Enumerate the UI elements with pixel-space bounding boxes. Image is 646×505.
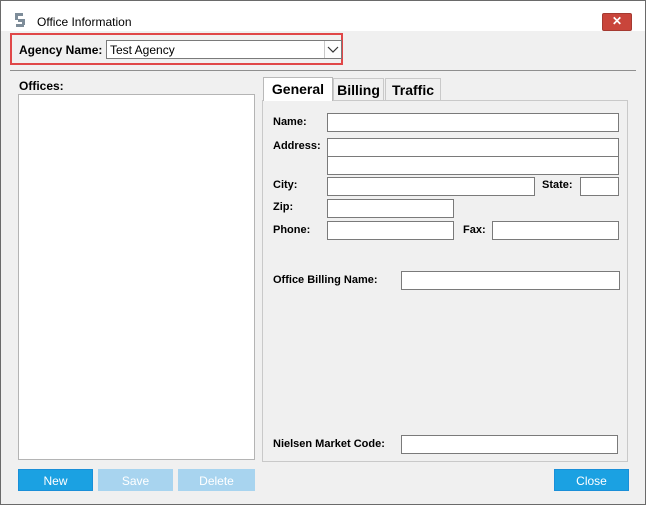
title-bar: Office Information ✕	[1, 1, 645, 31]
agency-name-label: Agency Name:	[19, 43, 103, 57]
close-button[interactable]: Close	[554, 469, 629, 491]
city-label: City:	[273, 179, 298, 191]
state-field[interactable]	[580, 177, 619, 196]
agency-name-value: Test Agency	[110, 43, 175, 57]
name-label: Name:	[273, 116, 307, 128]
nielsen-market-code-field[interactable]	[401, 435, 618, 454]
tab-billing[interactable]: Billing	[333, 78, 384, 100]
address-line2-field[interactable]	[327, 156, 619, 175]
phone-label: Phone:	[273, 224, 311, 236]
save-button[interactable]: Save	[98, 469, 173, 491]
city-field[interactable]	[327, 177, 535, 196]
close-icon: ✕	[611, 14, 623, 28]
state-label: State:	[542, 179, 573, 191]
new-button[interactable]: New	[18, 469, 93, 491]
agency-name-select[interactable]: Test Agency	[106, 40, 342, 59]
tab-traffic[interactable]: Traffic	[385, 78, 441, 100]
tab-general[interactable]: General	[263, 77, 333, 101]
fax-label: Fax:	[463, 224, 486, 236]
address-label: Address:	[273, 140, 321, 152]
zip-label: Zip:	[273, 201, 294, 213]
office-billing-name-label: Office Billing Name:	[273, 274, 378, 286]
chevron-down-icon	[327, 46, 339, 53]
agency-dropdown-button[interactable]	[324, 41, 341, 58]
office-billing-name-field[interactable]	[401, 271, 620, 290]
window-close-button[interactable]: ✕	[602, 13, 632, 31]
app-logo-icon	[15, 13, 25, 27]
offices-label: Offices:	[19, 79, 64, 93]
offices-list[interactable]	[18, 94, 255, 460]
zip-field[interactable]	[327, 199, 454, 218]
address-line1-field[interactable]	[327, 138, 619, 157]
fax-field[interactable]	[492, 221, 619, 240]
header-divider	[10, 70, 636, 71]
window-title: Office Information	[37, 15, 132, 29]
nielsen-market-code-label: Nielsen Market Code:	[273, 438, 385, 450]
phone-field[interactable]	[327, 221, 454, 240]
delete-button[interactable]: Delete	[178, 469, 255, 491]
name-field[interactable]	[327, 113, 619, 132]
